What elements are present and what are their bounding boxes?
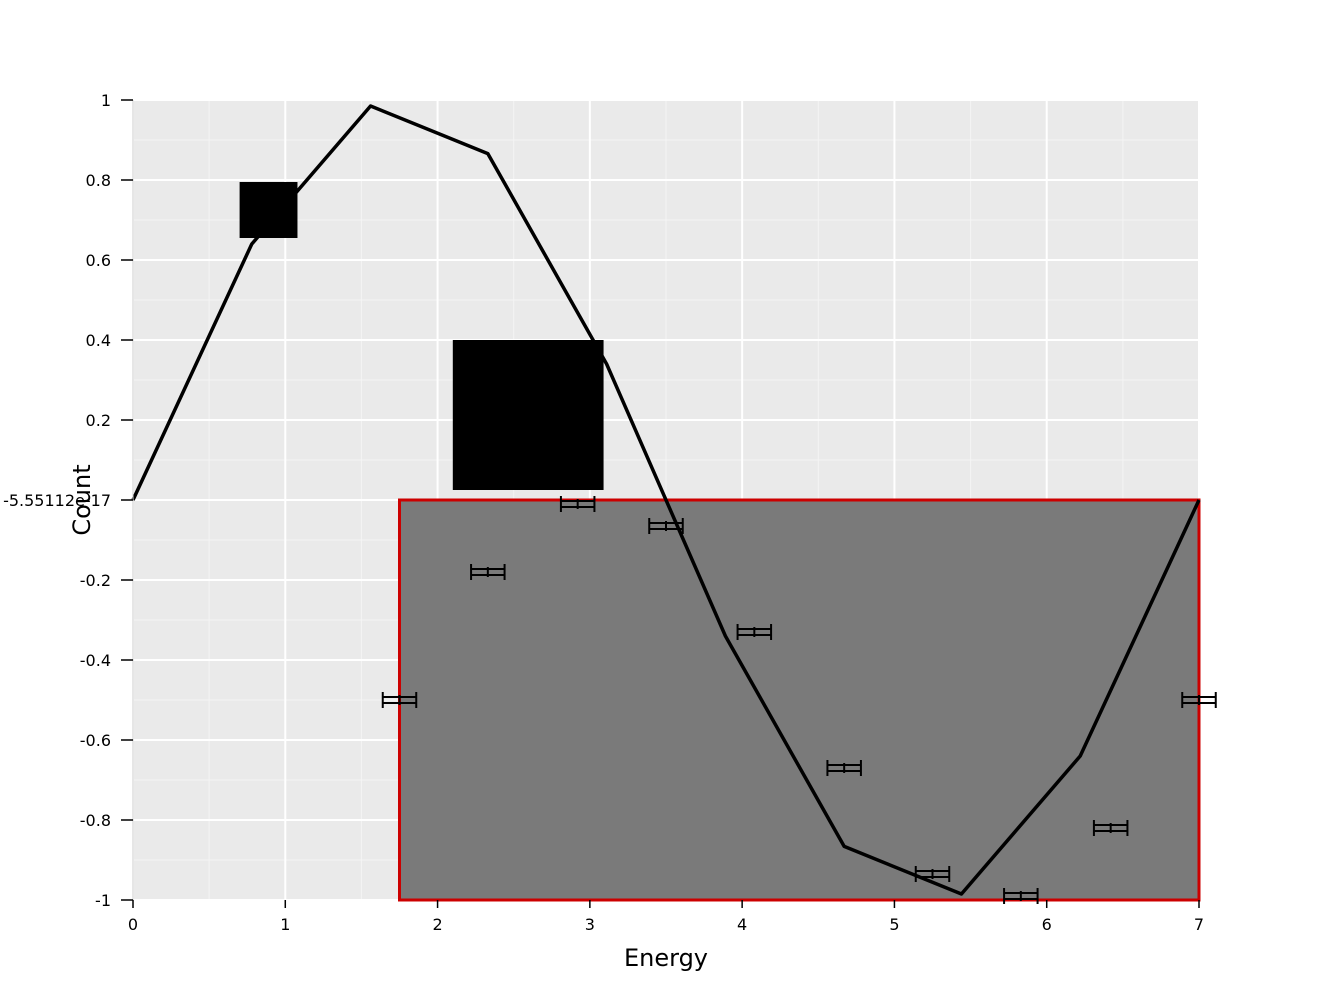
y-tick-label: 0.4 xyxy=(86,331,111,350)
x-tick-label: 5 xyxy=(889,915,899,934)
y-tick-label: -1 xyxy=(95,891,111,910)
y-tick-label: -0.2 xyxy=(80,571,111,590)
x-tick-label: 6 xyxy=(1042,915,1052,934)
black-box xyxy=(239,182,298,238)
x-axis-ticks: 0 1 2 3 4 5 6 7 xyxy=(128,900,1204,934)
x-tick-label: 4 xyxy=(737,915,747,934)
chart: 01234567 -1-0.8-0.6-0.4-0.2-5.55112e-170… xyxy=(3,91,1217,972)
y-tick-label: -0.4 xyxy=(80,651,111,670)
x-tick-label: 0 xyxy=(128,915,138,934)
black-box xyxy=(452,340,604,490)
x-tick-label: 2 xyxy=(432,915,442,934)
highlight-region xyxy=(398,498,1201,902)
y-tick-label: 0.8 xyxy=(86,171,111,190)
y-tick-label: 0.2 xyxy=(86,411,111,430)
x-tick-label: 3 xyxy=(585,915,595,934)
y-tick-label: -0.8 xyxy=(80,811,111,830)
y-tick-label: -0.6 xyxy=(80,731,111,750)
y-axis-label: Count xyxy=(68,464,96,535)
y-tick-label: 0.6 xyxy=(86,251,111,270)
x-axis-label: Energy xyxy=(624,944,708,972)
x-tick-label: 7 xyxy=(1194,915,1204,934)
y-tick-label: 1 xyxy=(101,91,111,110)
x-tick-label: 1 xyxy=(280,915,290,934)
